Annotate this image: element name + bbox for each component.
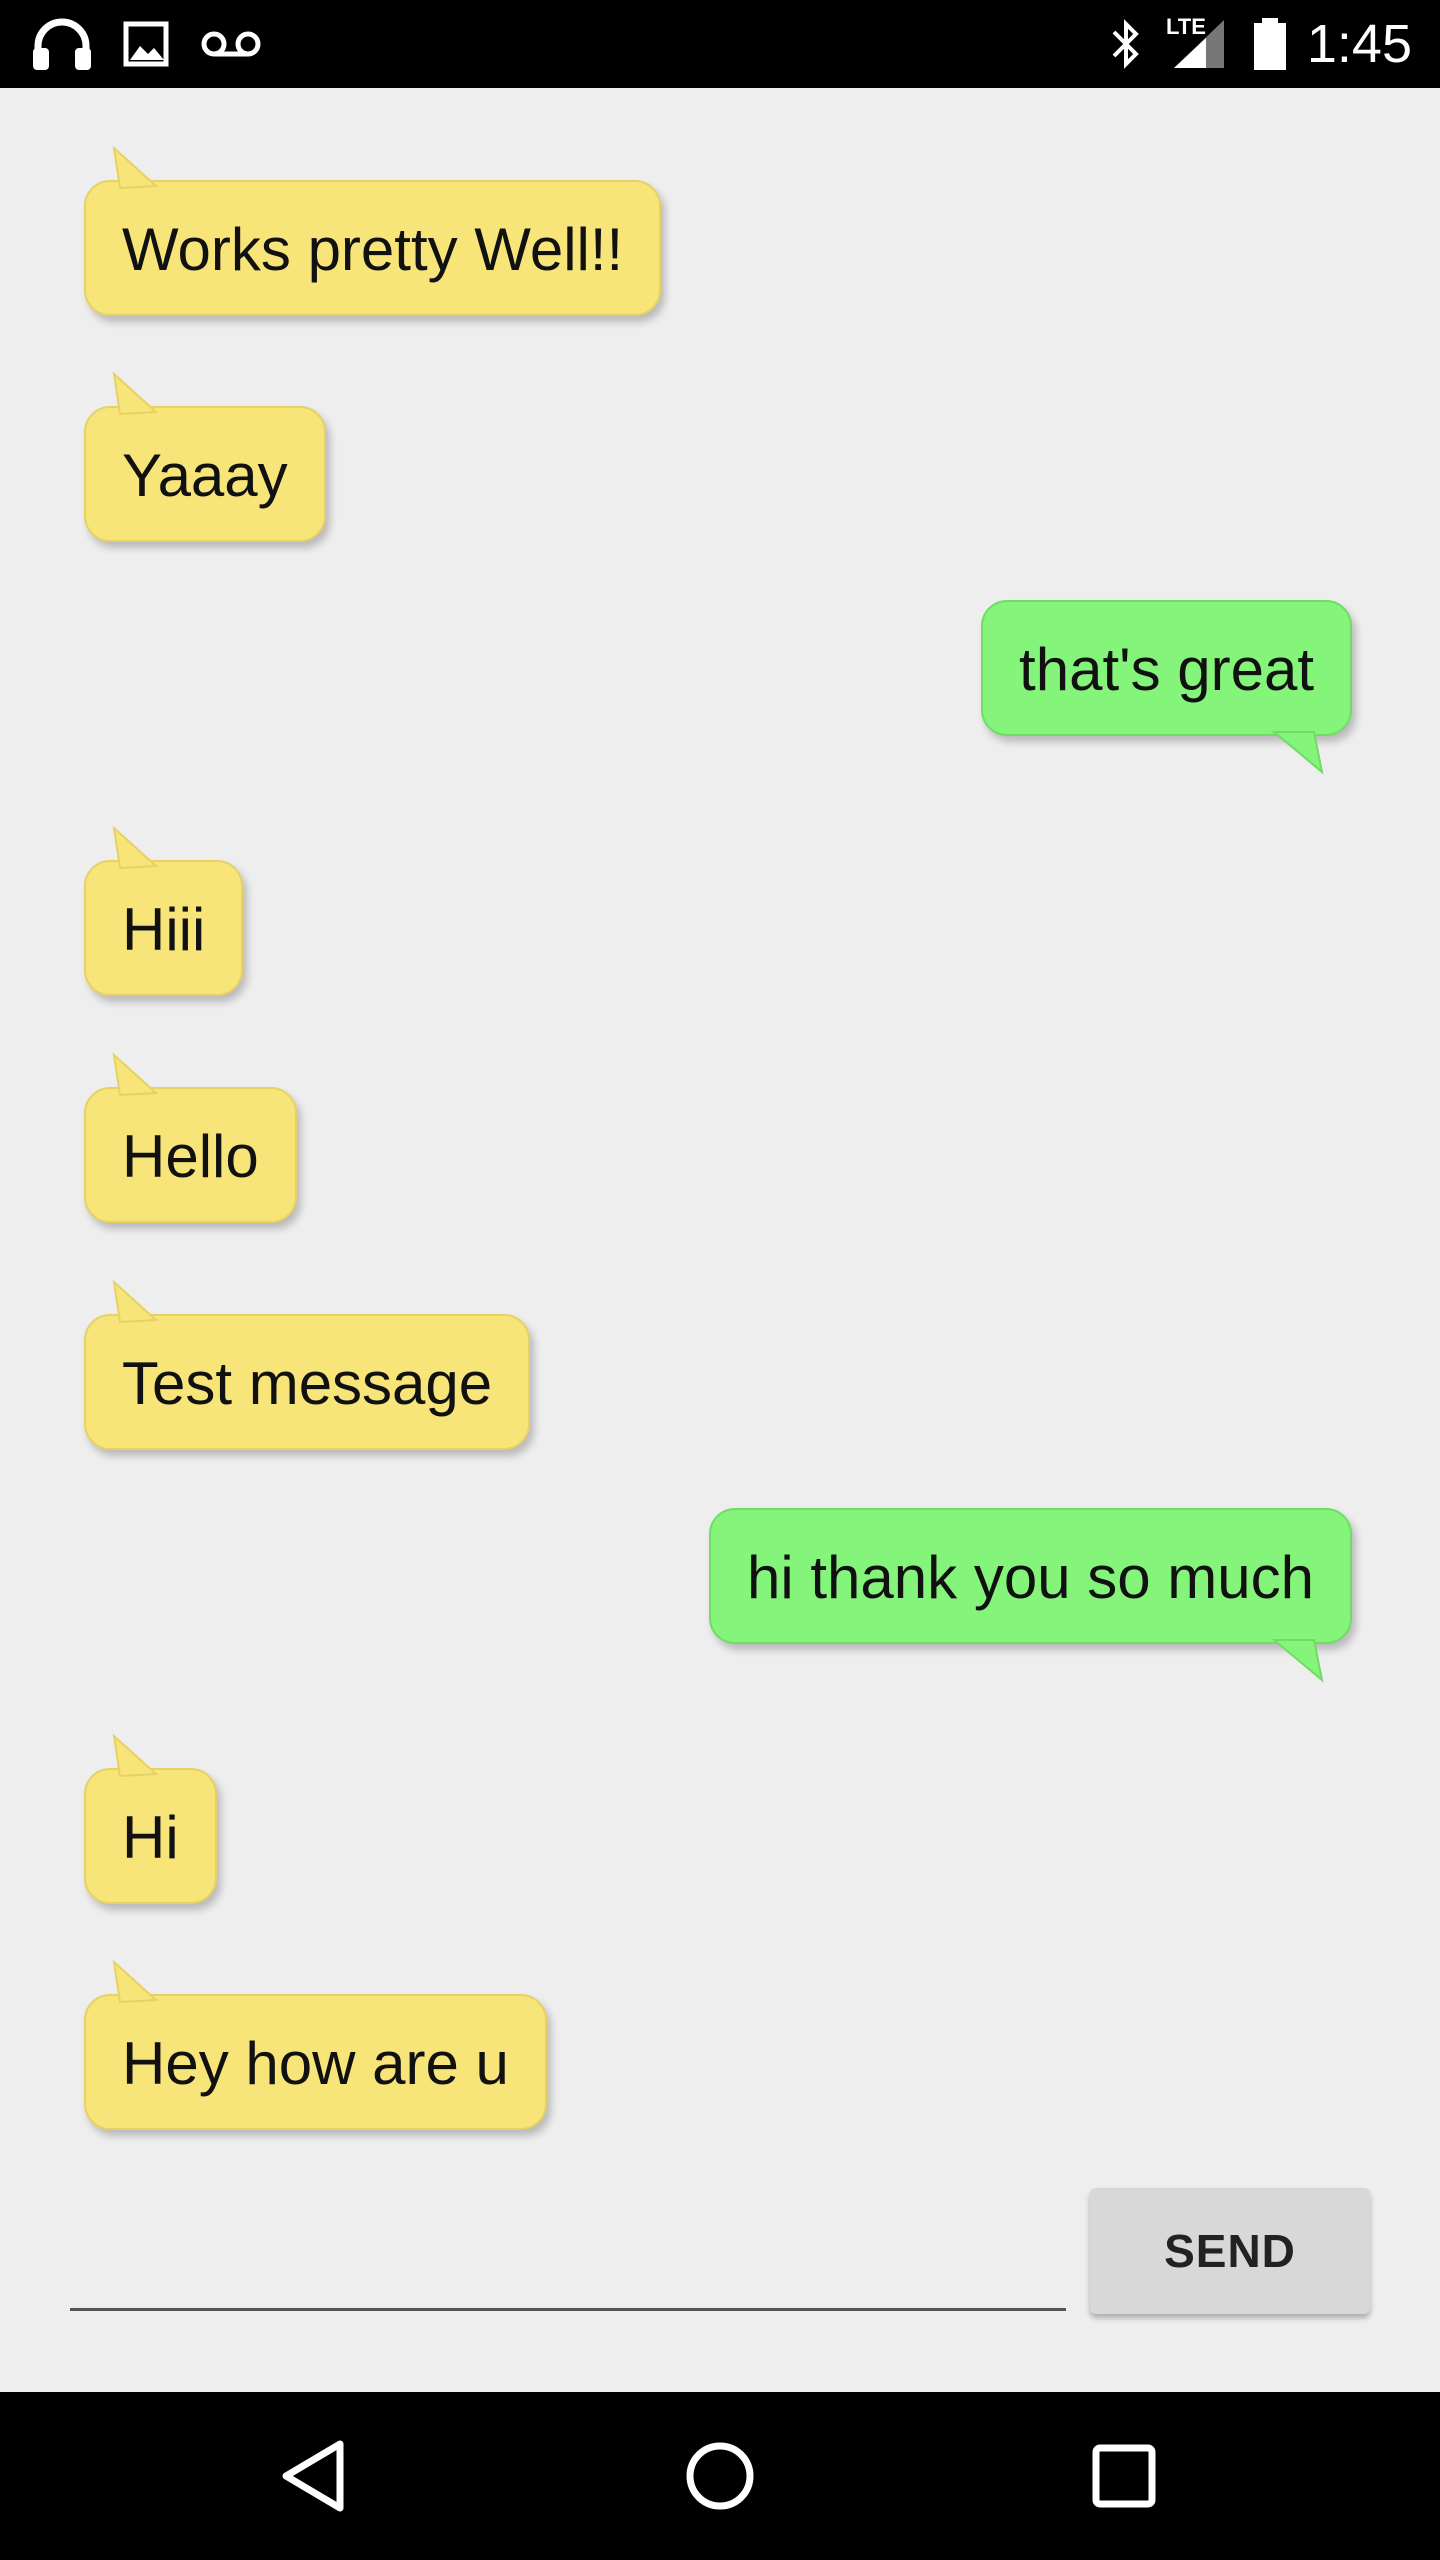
- chat-message-list[interactable]: Works pretty Well!! Yaaay that's great H…: [0, 88, 1440, 2392]
- bubble-tail: [112, 1279, 159, 1324]
- bubble-tail: [112, 145, 159, 190]
- message-text: Test message: [122, 1350, 493, 1417]
- battery-icon: [1254, 18, 1286, 70]
- message-text: hi thank you so much: [747, 1544, 1314, 1611]
- message-text: that's great: [1019, 636, 1314, 703]
- message-bubble-received[interactable]: Hey how are u: [84, 1959, 547, 2130]
- message-text: Works pretty Well!!: [122, 216, 624, 283]
- message-text: Yaaay: [122, 442, 288, 509]
- status-bar: LTE 1:45: [0, 0, 1440, 88]
- message-bubble-received[interactable]: Yaaay: [84, 371, 326, 542]
- bubble-tail: [112, 825, 159, 870]
- cell-signal-icon: [1174, 20, 1224, 68]
- message-bubble-received[interactable]: Works pretty Well!!: [84, 145, 662, 316]
- bubble-tail: [112, 1733, 159, 1778]
- home-icon[interactable]: [670, 2426, 770, 2526]
- bubble-tail: [112, 371, 159, 416]
- bubble-tail: [1271, 1639, 1324, 1683]
- message-bubble-sent[interactable]: hi thank you so much: [709, 1508, 1352, 1683]
- bubble-tail: [1271, 731, 1324, 775]
- message-bubble-received[interactable]: Test message: [84, 1279, 531, 1450]
- status-time: 1:45: [1306, 14, 1412, 74]
- bubble-tail: [112, 1052, 159, 1097]
- message-bubble-received[interactable]: Hiii: [84, 825, 244, 996]
- headphones-icon: [33, 18, 91, 70]
- back-icon[interactable]: [264, 2426, 364, 2526]
- message-input[interactable]: [70, 2196, 1066, 2311]
- send-button[interactable]: SEND: [1090, 2188, 1370, 2314]
- message-text: Hi: [122, 1804, 179, 1871]
- message-text: Hey how are u: [122, 2030, 509, 2097]
- message-bubble-received[interactable]: Hello: [84, 1052, 297, 1223]
- message-bubble-received[interactable]: Hi: [84, 1733, 217, 1904]
- navigation-bar: [0, 2392, 1440, 2560]
- bluetooth-icon: [1112, 19, 1139, 69]
- recents-icon[interactable]: [1074, 2426, 1174, 2526]
- message-text: Hiii: [122, 896, 206, 963]
- voicemail-icon: [201, 31, 261, 57]
- message-bubble-sent[interactable]: that's great: [981, 600, 1352, 775]
- image-notification-icon: [123, 21, 169, 67]
- message-text: Hello: [122, 1123, 259, 1190]
- bubble-tail: [112, 1959, 159, 2004]
